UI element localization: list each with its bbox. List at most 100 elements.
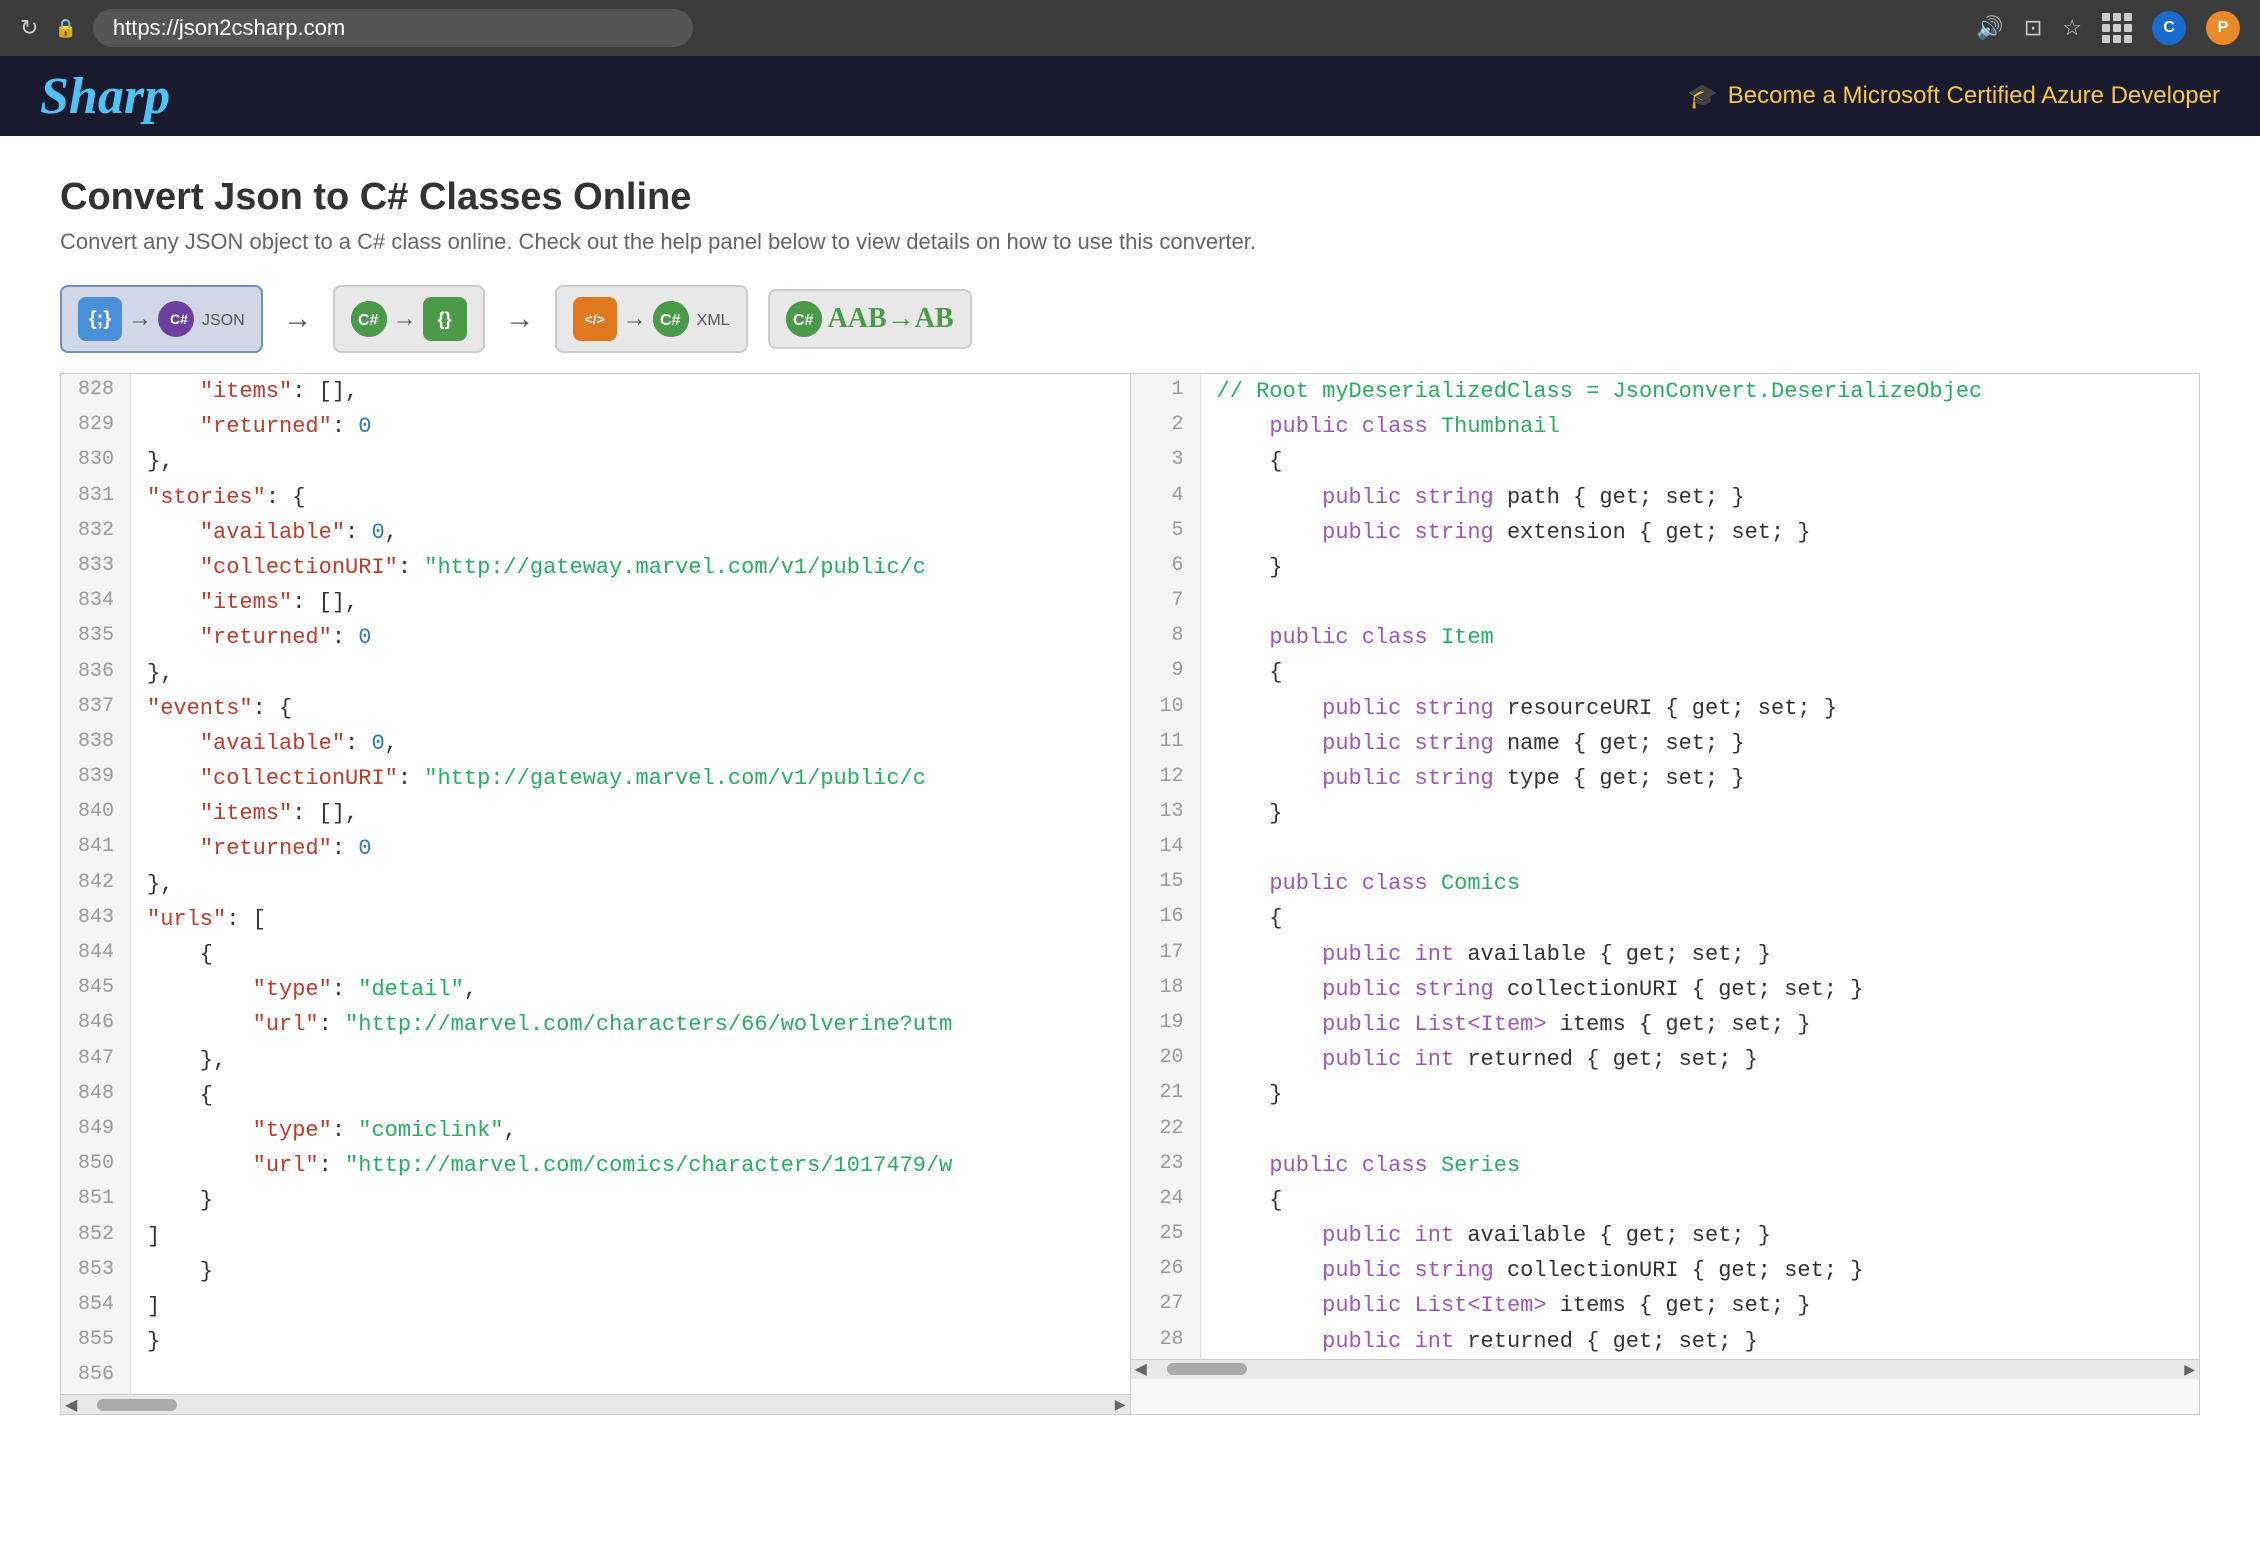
refresh-icon[interactable]: ↻ (20, 15, 38, 41)
table-row: 828 "items": [], (61, 374, 1130, 409)
table-row: 13 } (1131, 796, 2200, 831)
table-row: 845 "type": "detail", (61, 972, 1130, 1007)
table-row: 840 "items": [], (61, 796, 1130, 831)
browser-actions: 🔊 ⊡ ☆ C P (1976, 11, 2240, 45)
json-scrollbar[interactable]: ◀ ▶ (61, 1394, 1130, 1414)
table-row: 836 }, (61, 656, 1130, 691)
table-row: 1 // Root myDeserializedClass = JsonConv… (1131, 374, 2200, 409)
promo-icon: 🎓 (1688, 82, 1718, 111)
favorites-icon[interactable]: ☆ (2062, 15, 2082, 41)
table-row: 15 public class Comics (1131, 866, 2200, 901)
table-row: 834 "items": [], (61, 585, 1130, 620)
csharp-icon-1: C# (158, 301, 194, 337)
main-content: Convert Json to C# Classes Online Conver… (0, 136, 2260, 1455)
table-row: 2 public class Thumbnail (1131, 409, 2200, 444)
json-label: JSON (202, 312, 245, 330)
cs-scroll-left-arrow[interactable]: ◀ (1135, 1359, 1147, 1379)
rename-label: AAB→AB (828, 303, 954, 335)
table-row: 21 } (1131, 1077, 2200, 1112)
table-row: 4 public string path { get; set; } (1131, 480, 2200, 515)
table-row: 23 public class Series (1131, 1148, 2200, 1183)
converter-toolbar: {;} → C# JSON → C# → {} → (60, 285, 2200, 353)
table-row: 841 "returned": 0 (61, 831, 1130, 866)
table-row: 26 public string collectionURI { get; se… (1131, 1253, 2200, 1288)
site-header: Sharp 🎓 Become a Microsoft Certified Azu… (0, 56, 2260, 136)
table-row: 852 ] (61, 1219, 1130, 1254)
json-panel[interactable]: 828 "items": [], 829 "returned": 0 830 }… (61, 374, 1131, 1414)
page-subtitle: Convert any JSON object to a C# class on… (60, 229, 2200, 255)
arrow2: → (393, 305, 417, 333)
table-row: 832 "available": 0, (61, 515, 1130, 550)
browser-bar: ↻ 🔒 https://json2csharp.com 🔊 ⊡ ☆ C P (0, 0, 2260, 56)
table-row: 11 public string name { get; set; } (1131, 726, 2200, 761)
svg-text:C#: C# (170, 311, 188, 327)
table-row: 849 "type": "comiclink", (61, 1113, 1130, 1148)
xml-to-csharp-button[interactable]: </> → C# XML (555, 285, 748, 353)
table-row: 831 "stories": { (61, 480, 1130, 515)
svg-text:C#: C# (358, 312, 379, 329)
table-row: 17 public int available { get; set; } (1131, 937, 2200, 972)
scroll-right-arrow[interactable]: ▶ (1115, 1396, 1126, 1413)
table-row: 839 "collectionURI": "http://gateway.mar… (61, 761, 1130, 796)
csharp-code-content: 1 // Root myDeserializedClass = JsonConv… (1131, 374, 2200, 1359)
table-row: 842 }, (61, 867, 1130, 902)
table-row: 27 public List<Item> items { get; set; } (1131, 1288, 2200, 1323)
table-row: 843 "urls": [ (61, 902, 1130, 937)
table-row: 9 { (1131, 655, 2200, 690)
svg-text:C#: C# (793, 312, 814, 329)
table-row: 851 } (61, 1183, 1130, 1218)
table-row: 856 (61, 1359, 1130, 1394)
table-row: 8 public class Item (1131, 620, 2200, 655)
page-title: Convert Json to C# Classes Online (60, 176, 2200, 219)
rename-button[interactable]: C# AAB→AB (768, 289, 972, 349)
arrow1: → (128, 305, 152, 333)
csharp-edit-button[interactable]: C# → {} (333, 285, 485, 353)
table-row: 829 "returned": 0 (61, 409, 1130, 444)
site-logo[interactable]: Sharp (40, 67, 170, 126)
table-row: 22 (1131, 1113, 2200, 1148)
table-row: 5 public string extension { get; set; } (1131, 515, 2200, 550)
xml-label: XML (697, 312, 730, 330)
table-row: 846 "url": "http://marvel.com/characters… (61, 1007, 1130, 1042)
table-row: 19 public List<Item> items { get; set; } (1131, 1007, 2200, 1042)
url-bar[interactable]: https://json2csharp.com (93, 9, 693, 47)
table-row: 847 }, (61, 1043, 1130, 1078)
table-row: 10 public string resourceURI { get; set;… (1131, 691, 2200, 726)
account-avatar-p[interactable]: P (2206, 11, 2240, 45)
json-code-content: 828 "items": [], 829 "returned": 0 830 }… (61, 374, 1130, 1394)
cs-scroll-thumb[interactable] (1167, 1363, 1247, 1375)
site-promo[interactable]: 🎓 Become a Microsoft Certified Azure Dev… (1688, 82, 2220, 111)
table-row: 20 public int returned { get; set; } (1131, 1042, 2200, 1077)
csharp-icon-4: C# (786, 301, 822, 337)
json-scroll-thumb[interactable] (97, 1399, 177, 1411)
table-row: 16 { (1131, 901, 2200, 936)
table-row: 844 { (61, 937, 1130, 972)
arrow-sep-2: → (505, 302, 535, 336)
account-avatar-c[interactable]: C (2152, 11, 2186, 45)
csharp-panel[interactable]: 1 // Root myDeserializedClass = JsonConv… (1131, 374, 2200, 1414)
arrow3: → (623, 305, 647, 333)
csharp-icon-2: C# (351, 301, 387, 337)
table-row: 838 "available": 0, (61, 726, 1130, 761)
table-row: 28 public int returned { get; set; } (1131, 1324, 2200, 1359)
table-row: 833 "collectionURI": "http://gateway.mar… (61, 550, 1130, 585)
table-row: 830 }, (61, 444, 1130, 479)
lock-icon: 🔒 (54, 18, 76, 39)
csharp-icon-3: C# (653, 301, 689, 337)
screen-icon[interactable]: ⊡ (2024, 15, 2042, 41)
table-row: 25 public int available { get; set; } (1131, 1218, 2200, 1253)
table-row: 18 public string collectionURI { get; se… (1131, 972, 2200, 1007)
extensions-icon[interactable] (2102, 13, 2132, 43)
json-to-csharp-button[interactable]: {;} → C# JSON (60, 285, 263, 353)
table-row: 14 (1131, 831, 2200, 866)
table-row: 854 ] (61, 1289, 1130, 1324)
cs-scroll-right-arrow[interactable]: ▶ (2184, 1361, 2195, 1378)
csharp-scrollbar[interactable]: ◀ ▶ (1131, 1359, 2200, 1379)
table-row: 837 "events": { (61, 691, 1130, 726)
table-row: 12 public string type { get; set; } (1131, 761, 2200, 796)
promo-text: Become a Microsoft Certified Azure Devel… (1728, 82, 2220, 110)
read-aloud-icon[interactable]: 🔊 (1976, 15, 2003, 41)
table-row: 7 (1131, 585, 2200, 620)
table-row: 853 } (61, 1254, 1130, 1289)
scroll-left-arrow[interactable]: ◀ (65, 1395, 77, 1415)
